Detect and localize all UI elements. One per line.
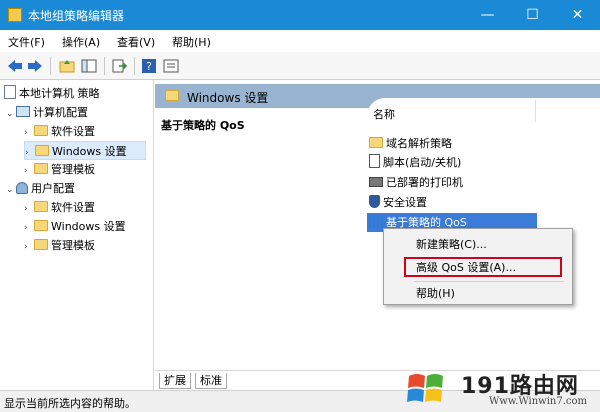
- tree-item-label: 本地计算机 策略: [19, 87, 100, 100]
- folder-icon: [34, 201, 48, 212]
- script-icon: [369, 154, 380, 168]
- folder-icon: [34, 220, 48, 231]
- tree-item-user-software-settings[interactable]: › 软件设置: [24, 198, 95, 217]
- tab-extended[interactable]: 扩展: [159, 373, 191, 389]
- column-header-label: 名称: [373, 108, 395, 121]
- menu-item-new-policy[interactable]: 新建策略(C)...: [384, 235, 572, 255]
- list-item-label: 脚本(启动/关机): [383, 156, 462, 169]
- column-divider[interactable]: [535, 100, 536, 122]
- printer-icon: [369, 177, 383, 187]
- list-item-dns-policy[interactable]: 域名解析策略: [367, 134, 452, 153]
- menu-help[interactable]: 帮助(H): [172, 34, 211, 50]
- tree-item-label: 计算机配置: [33, 106, 88, 119]
- list-item-label: 安全设置: [383, 196, 427, 209]
- list-item-security-settings[interactable]: 安全设置: [367, 193, 427, 212]
- qos-chart-icon: [369, 216, 383, 228]
- menu-separator: [414, 281, 564, 282]
- watermark-url: Www.Winwin7.com: [489, 396, 587, 407]
- forward-arrow-icon[interactable]: [26, 57, 44, 75]
- list-item-scripts[interactable]: 脚本(启动/关机): [367, 153, 461, 172]
- help-icon[interactable]: ?: [140, 57, 158, 75]
- folder-icon: [165, 90, 179, 101]
- toolbar-separator: [104, 57, 105, 75]
- tree-item-user-windows-settings[interactable]: › Windows 设置: [24, 217, 126, 236]
- chevron-down-icon[interactable]: ⌄: [6, 181, 16, 200]
- window-title: 本地组策略编辑器: [28, 9, 125, 23]
- toolbar: ?: [0, 52, 600, 80]
- folder-icon: [34, 239, 48, 250]
- menu-bar: 文件(F) 操作(A) 查看(V) 帮助(H): [0, 30, 600, 52]
- menu-item-advanced-qos-settings[interactable]: 高级 QoS 设置(A)...: [404, 257, 562, 277]
- tree-item-label: Windows 设置: [52, 145, 127, 158]
- maximize-button[interactable]: ☐: [510, 0, 555, 30]
- tree-item-label: Windows 设置: [51, 220, 126, 233]
- watermark: 191路由网 Www.Winwin7.com: [405, 366, 600, 412]
- chevron-right-icon[interactable]: ›: [24, 238, 34, 257]
- svg-text:?: ?: [146, 60, 152, 73]
- menu-item-help[interactable]: 帮助(H): [384, 284, 572, 304]
- tree-item-label: 软件设置: [51, 201, 95, 214]
- menu-action[interactable]: 操作(A): [62, 34, 100, 50]
- chevron-down-icon[interactable]: ⌄: [6, 105, 16, 124]
- title-bar: 本地组策略编辑器 — ☐ ✕: [0, 0, 600, 30]
- tree-item-label: 管理模板: [51, 163, 95, 176]
- minimize-button[interactable]: —: [465, 0, 510, 30]
- policy-editor-app-icon: [8, 8, 22, 22]
- folder-icon: [35, 145, 49, 156]
- list-item-label: 已部署的打印机: [386, 176, 463, 189]
- tree-item-local-computer-policy[interactable]: 本地计算机 策略: [4, 84, 100, 103]
- computer-icon: [16, 106, 30, 117]
- context-menu: 新建策略(C)... 高级 QoS 设置(A)... 帮助(H): [383, 228, 573, 305]
- tree-item-label: 用户配置: [31, 182, 75, 195]
- tree-item-windows-settings[interactable]: › Windows 设置: [24, 141, 146, 160]
- export-list-icon[interactable]: [110, 57, 128, 75]
- folder-icon: [369, 137, 383, 148]
- close-button[interactable]: ✕: [555, 0, 600, 30]
- show-hide-tree-icon[interactable]: [80, 57, 98, 75]
- security-icon: [369, 195, 380, 208]
- list-item-label: 域名解析策略: [386, 137, 452, 150]
- pane-header-title: Windows 设置: [187, 91, 269, 105]
- tree-item-label: 软件设置: [51, 125, 95, 138]
- column-header-name[interactable]: 名称: [367, 98, 600, 128]
- tree-pane: 本地计算机 策略 ⌄ 计算机配置 › 软件设置 › Windows 设置 › 管理模板 …: [0, 80, 154, 390]
- tree-item-admin-templates[interactable]: › 管理模板: [24, 160, 95, 179]
- folder-icon: [34, 125, 48, 136]
- list-item-deployed-printers[interactable]: 已部署的打印机: [367, 173, 463, 192]
- toolbar-separator: [50, 57, 51, 75]
- folder-icon: [34, 163, 48, 174]
- menu-file[interactable]: 文件(F): [8, 34, 45, 50]
- back-arrow-icon[interactable]: [6, 57, 24, 75]
- description-title: 基于策略的 QoS: [161, 119, 245, 132]
- user-icon: [16, 182, 28, 194]
- toolbar-separator: [134, 57, 135, 75]
- tree-item-software-settings[interactable]: › 软件设置: [24, 122, 95, 141]
- tab-standard[interactable]: 标准: [195, 373, 227, 389]
- tree-item-user-admin-templates[interactable]: › 管理模板: [24, 236, 95, 255]
- menu-view[interactable]: 查看(V): [117, 34, 155, 50]
- tree-item-computer-config[interactable]: ⌄ 计算机配置: [6, 103, 88, 122]
- tree-item-label: 管理模板: [51, 239, 95, 252]
- up-folder-icon[interactable]: [58, 57, 76, 75]
- policy-icon: [4, 85, 16, 99]
- status-text: 显示当前所选内容的帮助。: [4, 397, 136, 410]
- tree-item-user-config[interactable]: ⌄ 用户配置: [6, 179, 75, 198]
- properties-icon[interactable]: [162, 57, 180, 75]
- windows-logo-icon: [407, 374, 443, 402]
